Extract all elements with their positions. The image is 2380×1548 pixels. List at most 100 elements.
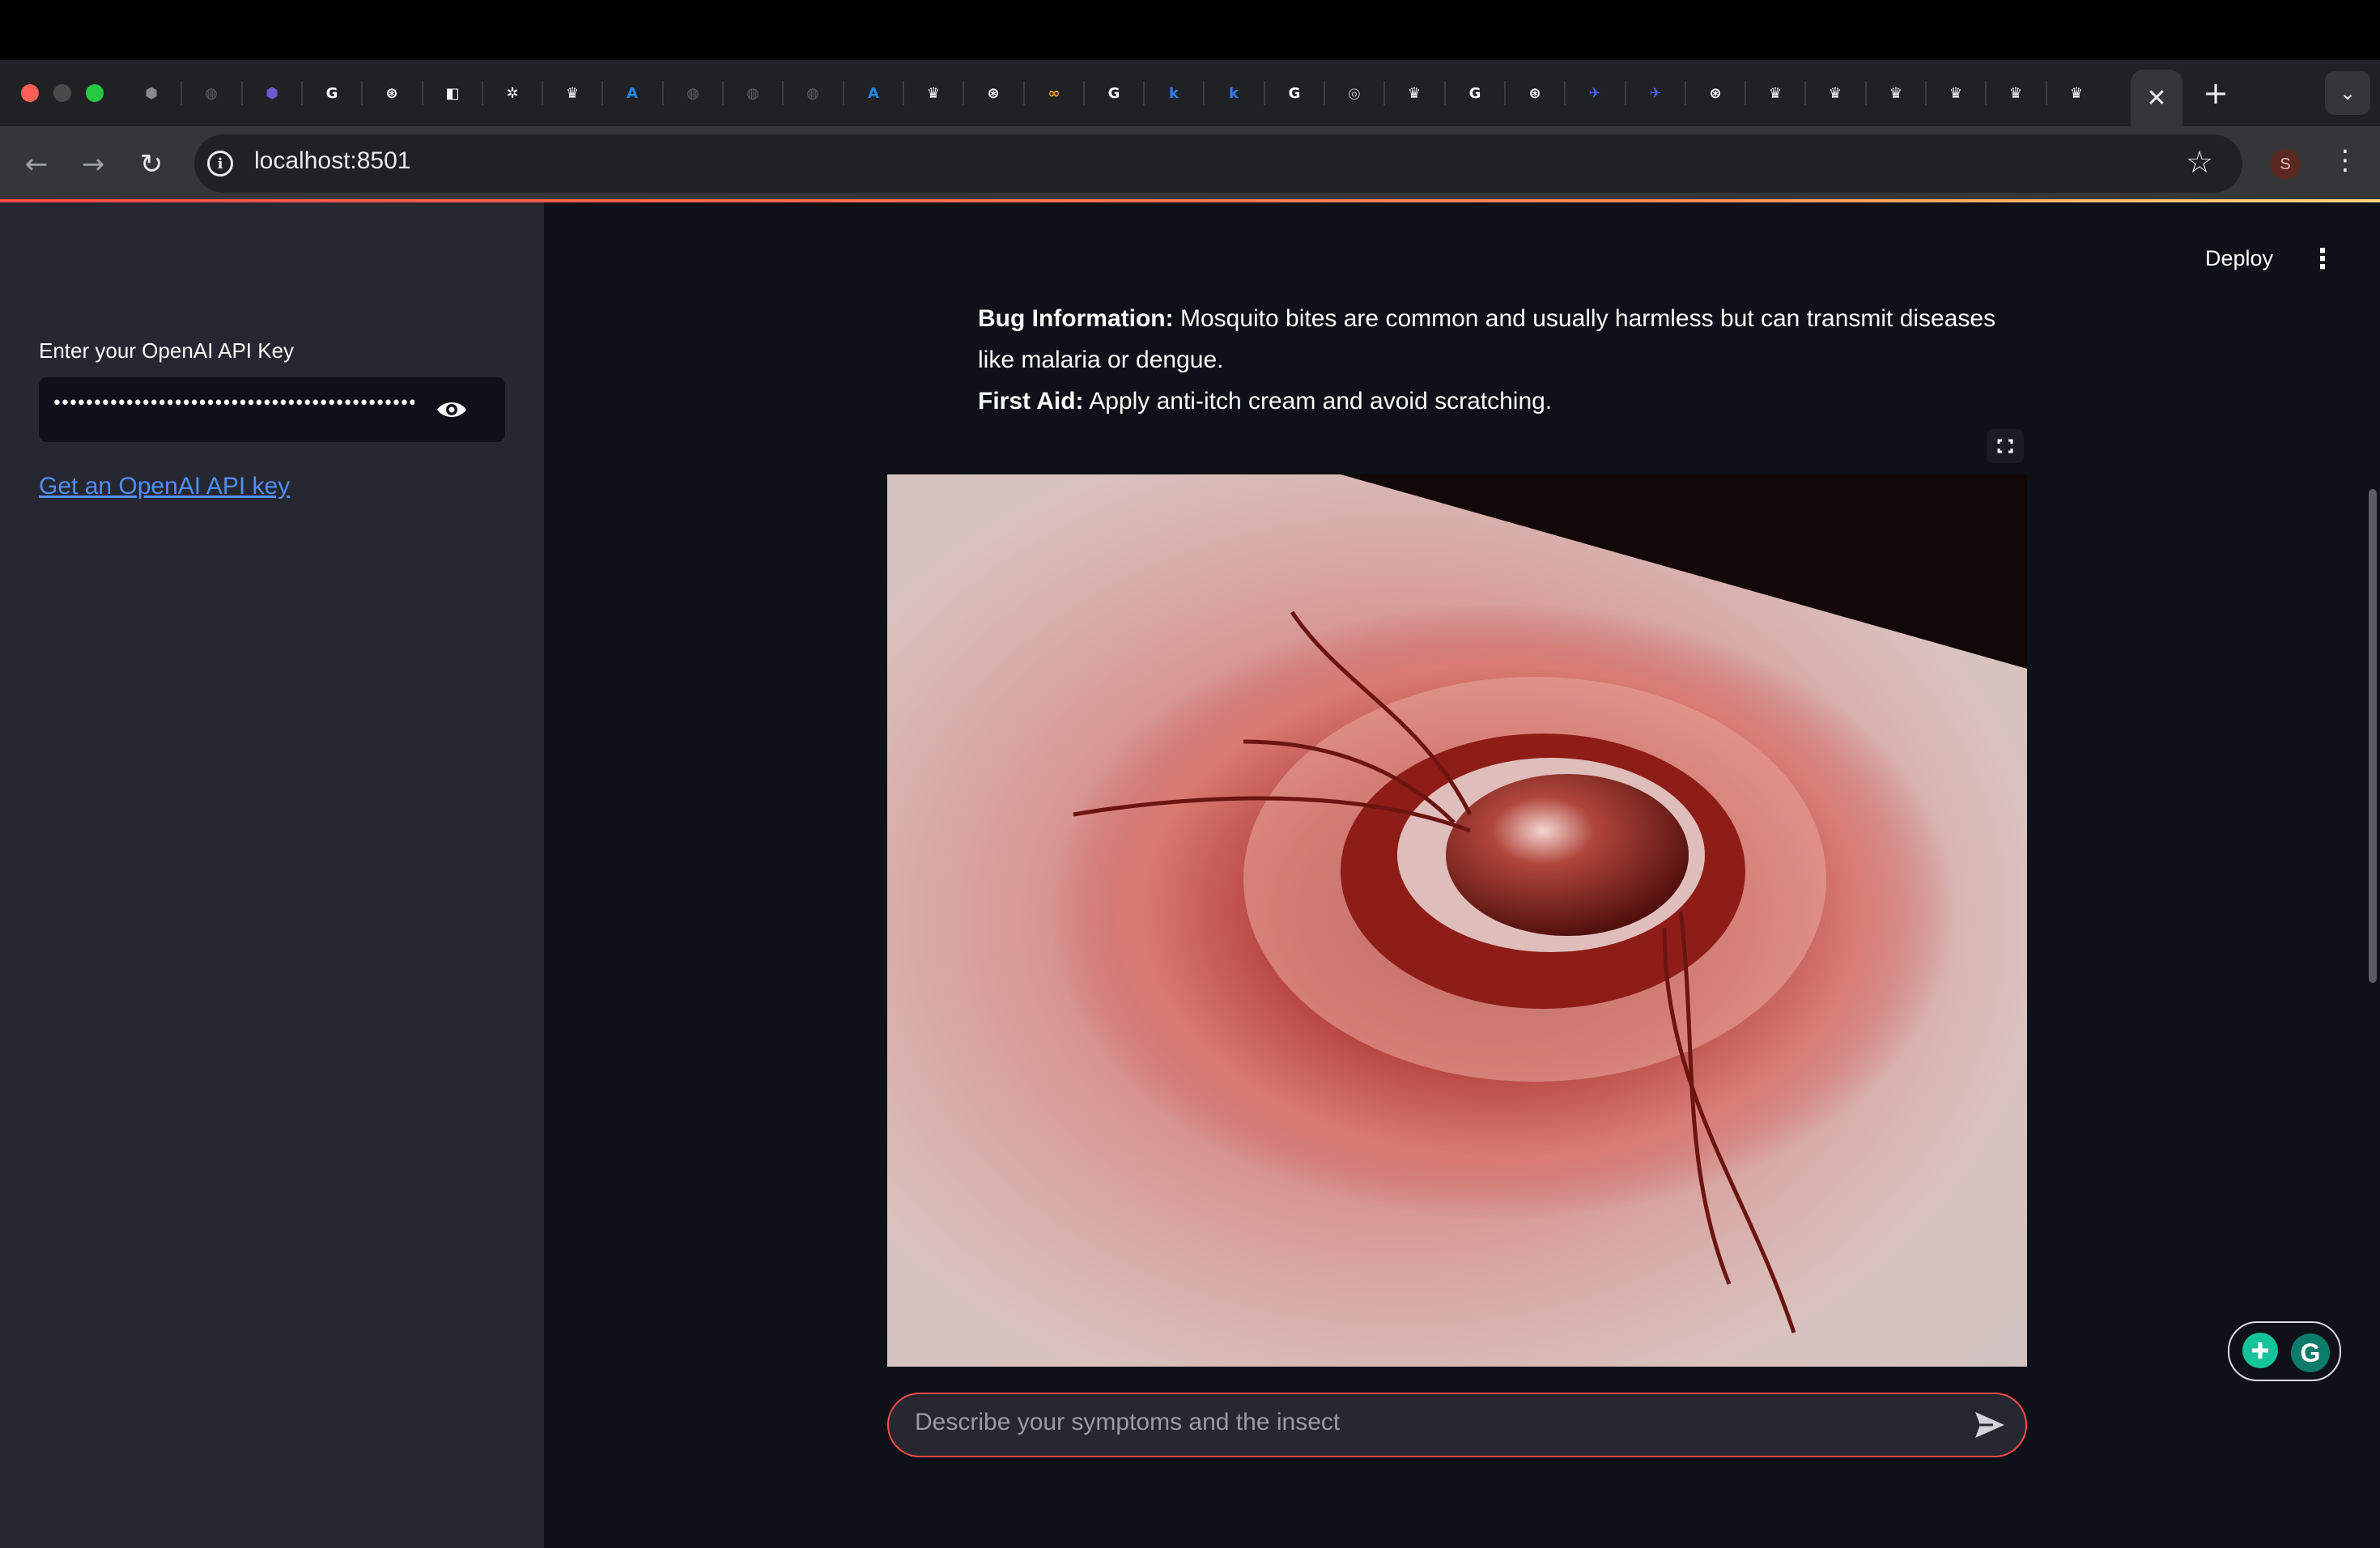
fullscreen-image-button[interactable] — [1987, 429, 2024, 463]
openai-icon: ⊛ — [385, 84, 398, 102]
generated-bug-bite-image — [887, 474, 2027, 1367]
globe-icon: ◍ — [205, 84, 218, 102]
tab-separator — [1985, 81, 1987, 105]
browser-tab[interactable]: ✈ — [1627, 74, 1684, 112]
google-icon: G — [325, 84, 338, 102]
browser-tab[interactable]: ♛ — [1987, 74, 2044, 112]
tab-separator — [181, 81, 182, 105]
first-aid-line: First Aid: Apply anti-itch cream and avo… — [978, 381, 2046, 422]
tab-separator — [1264, 81, 1265, 105]
browser-tab[interactable]: ⬢ — [123, 74, 180, 112]
browser-tab[interactable]: G — [1447, 74, 1503, 112]
browser-tab[interactable]: ⊛ — [363, 74, 420, 112]
tab-separator — [1203, 81, 1205, 105]
bug-icon: ✲ — [506, 84, 519, 102]
a-icon: A — [627, 84, 638, 102]
tab-separator — [1804, 81, 1806, 105]
browser-tab[interactable]: ⊛ — [1507, 74, 1563, 112]
profile-avatar[interactable]: S — [2270, 149, 2301, 180]
browser-tab[interactable]: G — [1266, 74, 1323, 112]
browser-tab[interactable]: ◍ — [665, 74, 721, 112]
send-icon[interactable] — [1972, 1409, 2008, 1441]
whale-icon: ✈ — [1588, 84, 1601, 102]
tab-separator — [1625, 81, 1626, 105]
google-icon: G — [1468, 84, 1481, 102]
browser-tab[interactable]: ♛ — [1927, 74, 1984, 112]
crown-icon: ♛ — [1949, 84, 1963, 102]
chrome-icon: ◎ — [1348, 84, 1361, 102]
browser-tab[interactable]: ◍ — [784, 74, 841, 112]
tab-separator — [1383, 81, 1385, 105]
bookmark-star-icon[interactable]: ☆ — [2186, 144, 2213, 180]
bug-info-label: Bug Information: — [978, 305, 1174, 332]
browser-tab[interactable]: ♛ — [1386, 74, 1443, 112]
window-titlebar — [0, 0, 2380, 60]
browser-tab[interactable]: ◧ — [424, 74, 481, 112]
browser-tab[interactable]: ⊛ — [965, 74, 1022, 112]
browser-tab[interactable]: ✲ — [484, 74, 541, 112]
browser-tab[interactable]: ♛ — [1747, 74, 1804, 112]
browser-tab[interactable]: G — [304, 74, 360, 112]
api-key-value[interactable]: ••••••••••••••••••••••••••••••••••••••••… — [52, 393, 414, 426]
deploy-button[interactable]: Deploy — [2205, 246, 2273, 271]
crown-icon: ♛ — [1828, 84, 1842, 102]
browser-tab[interactable]: ♛ — [1807, 74, 1864, 112]
url-text[interactable]: localhost:8501 — [254, 147, 410, 175]
browser-tab[interactable]: k — [1205, 74, 1262, 112]
k-icon: k — [1169, 84, 1179, 102]
address-bar[interactable] — [194, 134, 2242, 193]
zoom-window-button[interactable] — [86, 84, 104, 102]
shield-icon: ⬢ — [266, 84, 278, 102]
first-aid-text: Apply anti-itch cream and avoid scratchi… — [1083, 388, 1553, 415]
tab-search-button[interactable]: ⌄ — [2325, 71, 2370, 115]
first-aid-label: First Aid: — [978, 388, 1084, 415]
browser-tab[interactable]: ◍ — [183, 74, 240, 112]
browser-tab[interactable]: ◍ — [725, 74, 781, 112]
browser-tab[interactable]: ♛ — [544, 74, 601, 112]
browser-tab[interactable]: ♛ — [2048, 74, 2105, 112]
close-tab-icon[interactable]: ✕ — [2146, 84, 2166, 113]
reload-button[interactable]: ↻ — [131, 144, 172, 185]
back-button[interactable]: ← — [16, 144, 57, 185]
tab-separator — [1925, 81, 1927, 105]
active-tab[interactable]: ✕ — [2131, 70, 2182, 126]
browser-tab[interactable]: ◎ — [1326, 74, 1383, 112]
browser-tab[interactable]: ♛ — [1868, 74, 1924, 112]
close-window-button[interactable] — [21, 84, 39, 102]
infinity-icon: ∞ — [1048, 84, 1060, 102]
page-scrollbar[interactable] — [2369, 489, 2377, 983]
browser-tab[interactable]: ⊛ — [1687, 74, 1744, 112]
fullscreen-icon — [1997, 439, 2013, 453]
site-info-icon[interactable]: i — [207, 151, 233, 176]
get-api-key-link[interactable]: Get an OpenAI API key — [39, 473, 290, 500]
bug-info-text: Mosquito bites are common and usually ha… — [1173, 305, 1996, 332]
crown-icon: ♛ — [926, 84, 941, 102]
new-tab-button[interactable]: + — [2195, 73, 2236, 113]
browser-tab[interactable]: G — [1086, 74, 1142, 112]
browser-tab[interactable]: A — [845, 74, 902, 112]
grammarly-widget[interactable]: G — [2228, 1321, 2341, 1381]
minimize-window-button[interactable] — [53, 84, 71, 102]
emblem-icon: ♛ — [565, 84, 580, 102]
tab-separator — [1865, 81, 1867, 105]
tab-separator — [662, 81, 664, 105]
browser-menu-icon[interactable]: ⋮ — [2331, 144, 2359, 176]
tab-separator — [1504, 81, 1506, 105]
forward-button[interactable]: → — [73, 144, 113, 185]
crown-icon: ♛ — [2008, 84, 2023, 102]
browser-tab[interactable]: A — [604, 74, 661, 112]
show-password-icon[interactable] — [436, 397, 468, 423]
chat-input-placeholder: Describe your symptoms and the insect — [915, 1409, 1341, 1435]
tab-separator — [1564, 81, 1566, 105]
browser-tab[interactable]: k — [1145, 74, 1202, 112]
app-menu-icon[interactable]: ⋮ — [2309, 243, 2336, 275]
crown-icon: ♛ — [1407, 84, 1422, 102]
notion-icon: ◧ — [445, 84, 460, 102]
tab-separator — [2046, 81, 2047, 105]
browser-tab[interactable]: ∞ — [1026, 74, 1082, 112]
openai-icon: ⊛ — [987, 84, 1000, 102]
browser-tab[interactable]: ✈ — [1566, 74, 1623, 112]
browser-tab[interactable]: ⬢ — [244, 74, 300, 112]
browser-tab[interactable]: ♛ — [905, 74, 962, 112]
tab-separator — [1143, 81, 1145, 105]
